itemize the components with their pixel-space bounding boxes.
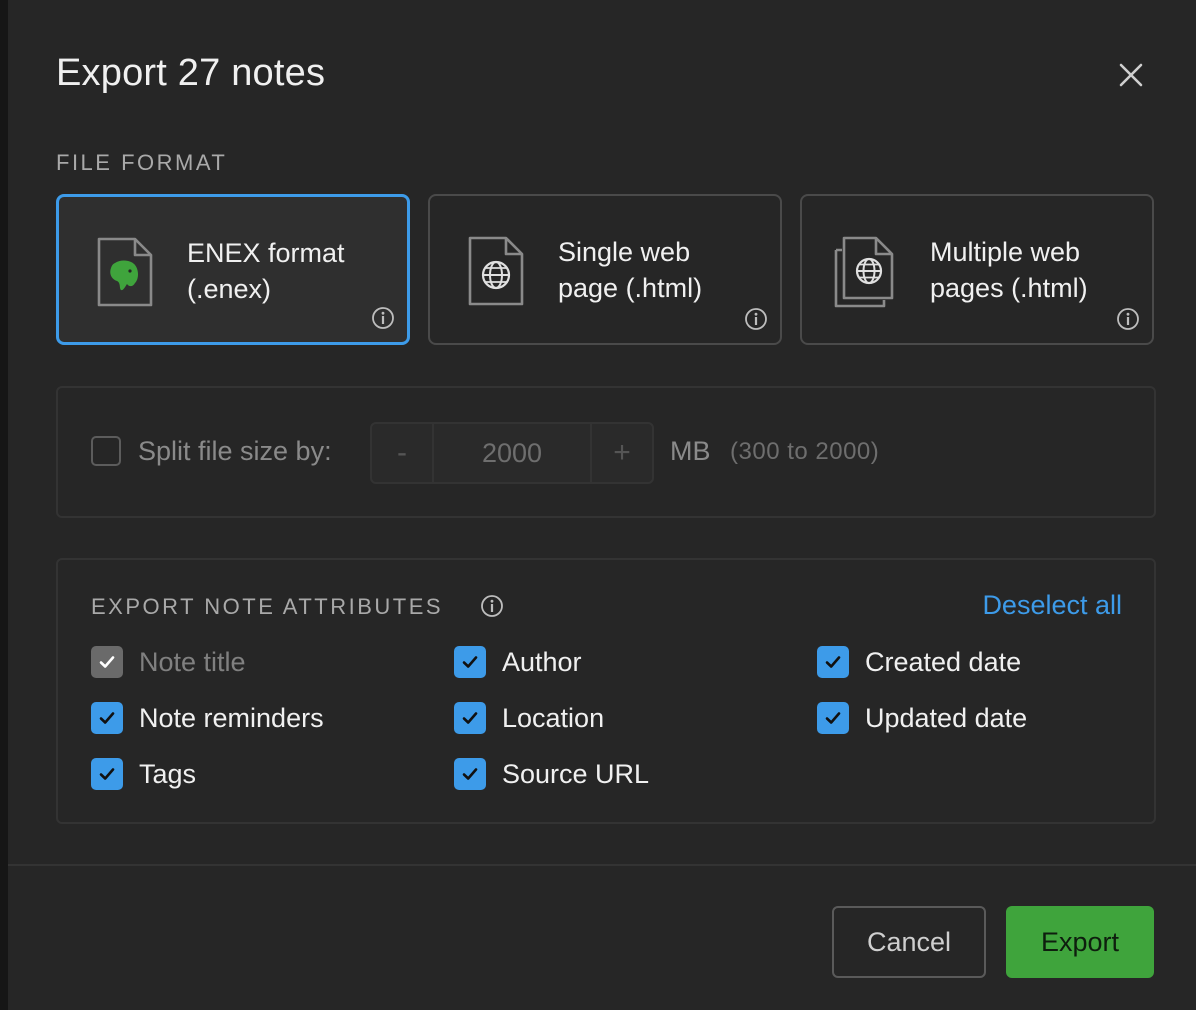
attribute-label: Location [502,702,605,733]
export-attributes-panel: EXPORT NOTE ATTRIBUTES Deselect all Note… [56,558,1156,824]
format-option-enex[interactable]: ENEX format (.enex) [56,194,410,345]
checkmark-icon [462,656,478,668]
attribute-label: Updated date [865,702,1028,733]
format-label-enex: ENEX format (.enex) [187,235,397,307]
split-size-value[interactable]: 2000 [434,424,590,482]
split-file-size-checkbox[interactable] [91,436,121,466]
checkbox-checked[interactable] [454,758,486,790]
format-label-multiple-html: Multiple web pages (.html) [930,234,1140,306]
checkmark-icon [99,712,115,724]
increment-button[interactable]: + [590,424,652,482]
split-file-size-label: Split file size by: [138,436,332,466]
checkmark-icon [462,712,478,724]
format-label-line2: pages (.html) [930,273,1088,303]
footer-divider [8,864,1196,866]
format-label-line1: ENEX format [187,238,345,268]
checkmark-icon [99,768,115,780]
checkbox-checked[interactable] [817,646,849,678]
size-unit: MB [670,436,711,466]
attribute-tags[interactable]: Tags [91,758,196,790]
backdrop [0,0,8,1010]
attribute-source-url[interactable]: Source URL [454,758,649,790]
checkmark-icon [825,656,841,668]
dialog-title: Export 27 notes [56,52,326,94]
attribute-label: Note title [139,646,246,677]
split-size-stepper: - 2000 + [370,422,654,484]
decrement-button[interactable]: - [372,424,434,482]
format-option-multiple-html[interactable]: Multiple web pages (.html) [800,194,1154,345]
attribute-label: Author [502,646,582,677]
cancel-button[interactable]: Cancel [832,906,986,978]
checkmark-icon [99,656,115,668]
info-icon[interactable] [480,594,504,618]
attribute-note-reminders[interactable]: Note reminders [91,702,324,734]
checkbox-checked[interactable] [91,702,123,734]
info-icon[interactable] [371,306,395,330]
attribute-author[interactable]: Author [454,646,582,678]
export-dialog: Export 27 notes FILE FORMAT ENEX format … [8,0,1196,1010]
split-file-size-panel: Split file size by: - 2000 + MB (300 to … [56,386,1156,518]
checkbox-checked[interactable] [817,702,849,734]
attribute-label: Tags [139,758,197,789]
checkbox-checked[interactable] [454,702,486,734]
info-icon[interactable] [1116,307,1140,331]
checkbox-checked[interactable] [454,646,486,678]
export-button[interactable]: Export [1006,906,1154,978]
format-label-single-html: Single web page (.html) [558,234,768,306]
export-attributes-label: EXPORT NOTE ATTRIBUTES [91,594,444,619]
size-range-hint: (300 to 2000) [730,438,880,465]
format-label-line2: page (.html) [558,273,703,303]
attribute-label: Created date [865,646,1022,677]
html-file-icon [468,236,524,306]
attribute-updated-date[interactable]: Updated date [817,702,1027,734]
attribute-location[interactable]: Location [454,702,604,734]
file-format-label: FILE FORMAT [56,150,228,175]
checkbox-checked[interactable] [91,758,123,790]
info-icon[interactable] [744,307,768,331]
attribute-note-title[interactable]: Note title [91,646,246,678]
checkbox-checked-disabled[interactable] [91,646,123,678]
attribute-label: Note reminders [139,702,324,733]
deselect-all-link[interactable]: Deselect all [982,590,1122,621]
format-label-line1: Multiple web [930,237,1081,267]
checkmark-icon [462,768,478,780]
evernote-file-icon [97,237,153,307]
format-label-line2: (.enex) [187,274,272,304]
format-option-single-html[interactable]: Single web page (.html) [428,194,782,345]
multiple-html-files-icon [834,236,894,308]
attribute-created-date[interactable]: Created date [817,646,1021,678]
format-label-line1: Single web [558,237,691,267]
attribute-label: Source URL [502,758,650,789]
checkmark-icon [825,712,841,724]
close-icon[interactable] [1112,56,1150,94]
